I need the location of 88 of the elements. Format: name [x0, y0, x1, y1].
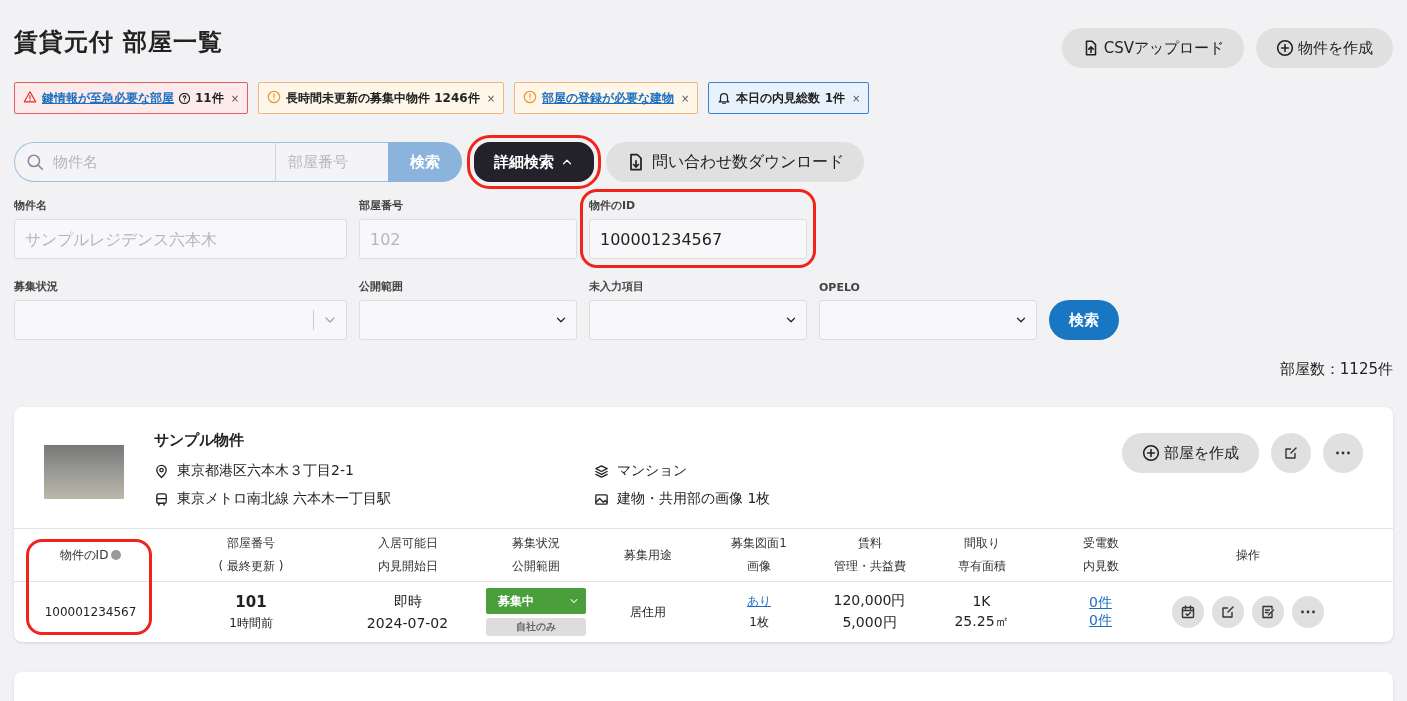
column-header: 管理・共益費 [833, 559, 906, 573]
column-header: 募集図面1 [731, 536, 787, 550]
plus-circle-icon [1142, 444, 1160, 462]
column-header: 受電数 [1082, 536, 1119, 550]
warning-icon [23, 89, 37, 104]
bell-icon [717, 91, 732, 105]
column-header: 公開範囲 [512, 559, 560, 573]
alert-text: 長時間未更新の募集中物件 1246件 [286, 89, 480, 107]
property-name: サンプル物件 [154, 431, 245, 450]
filter-field[interactable]: 100001234567 [589, 219, 807, 259]
alert-text: 11件 [195, 89, 224, 107]
field-label: 公開範囲 [359, 279, 404, 294]
column-header: 入居可能日 [377, 536, 438, 550]
room-number: 101 [235, 592, 267, 611]
column-header: 間取り [963, 536, 1000, 550]
column-header: 募集用途 [624, 547, 672, 562]
more-button[interactable] [1292, 596, 1324, 628]
floor-plan: 1K [972, 593, 991, 609]
edit-icon [1283, 445, 1299, 461]
property-name-search-field[interactable]: 物件名 [14, 142, 276, 182]
more-button[interactable] [1323, 433, 1363, 473]
train-icon [154, 491, 169, 507]
field-label: 部屋番号 [359, 198, 404, 213]
column-header: 操作 [1236, 547, 1260, 562]
property-type: マンション [617, 462, 687, 480]
field-label: 募集状況 [14, 279, 59, 294]
column-header: ( 最終更新 ) [218, 559, 284, 573]
edit-icon [1220, 604, 1236, 620]
column-header: 専有面積 [957, 559, 1006, 573]
column-header: 賃料 [857, 536, 882, 550]
viewing-start-date: 2024-07-02 [366, 615, 449, 631]
alert-link[interactable]: 鍵情報が至急必要な部屋 [42, 89, 174, 107]
column-header: 募集状況 [512, 536, 560, 550]
column-header: 画像 [747, 559, 771, 573]
viewings-link[interactable]: 0件 [1089, 612, 1112, 630]
column-header: 内見開始日 [377, 559, 438, 573]
create-room-button[interactable]: 部屋を作成 [1122, 433, 1259, 473]
page-title: 賃貸元付 部屋一覧 [14, 27, 224, 58]
create-property-button[interactable]: 物件を作成 [1256, 28, 1393, 68]
alert-text: 本日の内見総数 1件 [736, 89, 845, 107]
info-circle-icon [523, 89, 538, 104]
image-icon [594, 491, 609, 507]
csv-upload-button[interactable]: CSVアップロード [1061, 28, 1244, 68]
property-address: 東京都港区六本木３丁目2-1 [177, 462, 354, 480]
close-button[interactable]: × [486, 92, 496, 104]
info-circle-icon [267, 89, 282, 104]
calls-link[interactable]: 0件 [1089, 594, 1112, 612]
calendar-check-icon [1180, 604, 1196, 620]
layers-icon [594, 463, 609, 479]
plus-circle-icon [1276, 39, 1294, 57]
filter-field[interactable]: サンプルレジデンス六本木 [14, 219, 347, 259]
move-in-date: 即時 [393, 593, 422, 611]
image-count: 1枚 [749, 614, 769, 631]
location-pin-icon [154, 463, 169, 479]
alert-link[interactable]: 部屋の登録が必要な建物 [542, 89, 675, 107]
edit-button[interactable] [1212, 596, 1244, 628]
schedule-button[interactable] [1172, 596, 1204, 628]
room-number-search-field[interactable]: 部屋番号 [276, 142, 388, 182]
field-label: 物件のID [589, 198, 637, 213]
image-count: 建物・共用部の画像 1枚 [617, 490, 771, 508]
usage: 居住用 [630, 603, 666, 621]
edit-button[interactable] [1271, 433, 1311, 473]
search-icon [26, 153, 44, 171]
last-updated: 1時間前 [229, 614, 273, 632]
filter-field[interactable]: 102 [359, 219, 577, 259]
drawing-link[interactable]: あり [747, 593, 771, 610]
management-fee: 5,000円 [842, 614, 897, 632]
field-label: OPELO [819, 281, 861, 294]
rent: 120,000円 [833, 592, 906, 610]
note-edit-icon [1260, 604, 1276, 620]
field-label: 物件名 [14, 198, 48, 213]
nearest-station: 東京メトロ南北線 六本木一丁目駅 [177, 490, 392, 508]
more-icon [1300, 610, 1316, 614]
filter-search-button[interactable]: 検索 [1049, 300, 1119, 340]
column-header: 内見数 [1082, 559, 1119, 573]
download-button[interactable]: 問い合わせ数ダウンロード [606, 142, 864, 182]
more-icon [1335, 451, 1351, 455]
property-id: 100001234567 [44, 605, 137, 619]
room-count: 部屋数：1125件 [1278, 360, 1393, 379]
column-header: 部屋番号 [227, 536, 275, 550]
field-label: 未入力項目 [589, 279, 645, 294]
close-button[interactable]: × [230, 92, 240, 104]
close-button[interactable]: × [681, 92, 690, 104]
scope-tag: 自社のみ [486, 618, 586, 636]
column-header: 物件のID [59, 547, 109, 562]
floor-area: 25.25㎡ [954, 613, 1009, 631]
close-button[interactable]: × [852, 92, 861, 104]
notes-button[interactable] [1252, 596, 1284, 628]
